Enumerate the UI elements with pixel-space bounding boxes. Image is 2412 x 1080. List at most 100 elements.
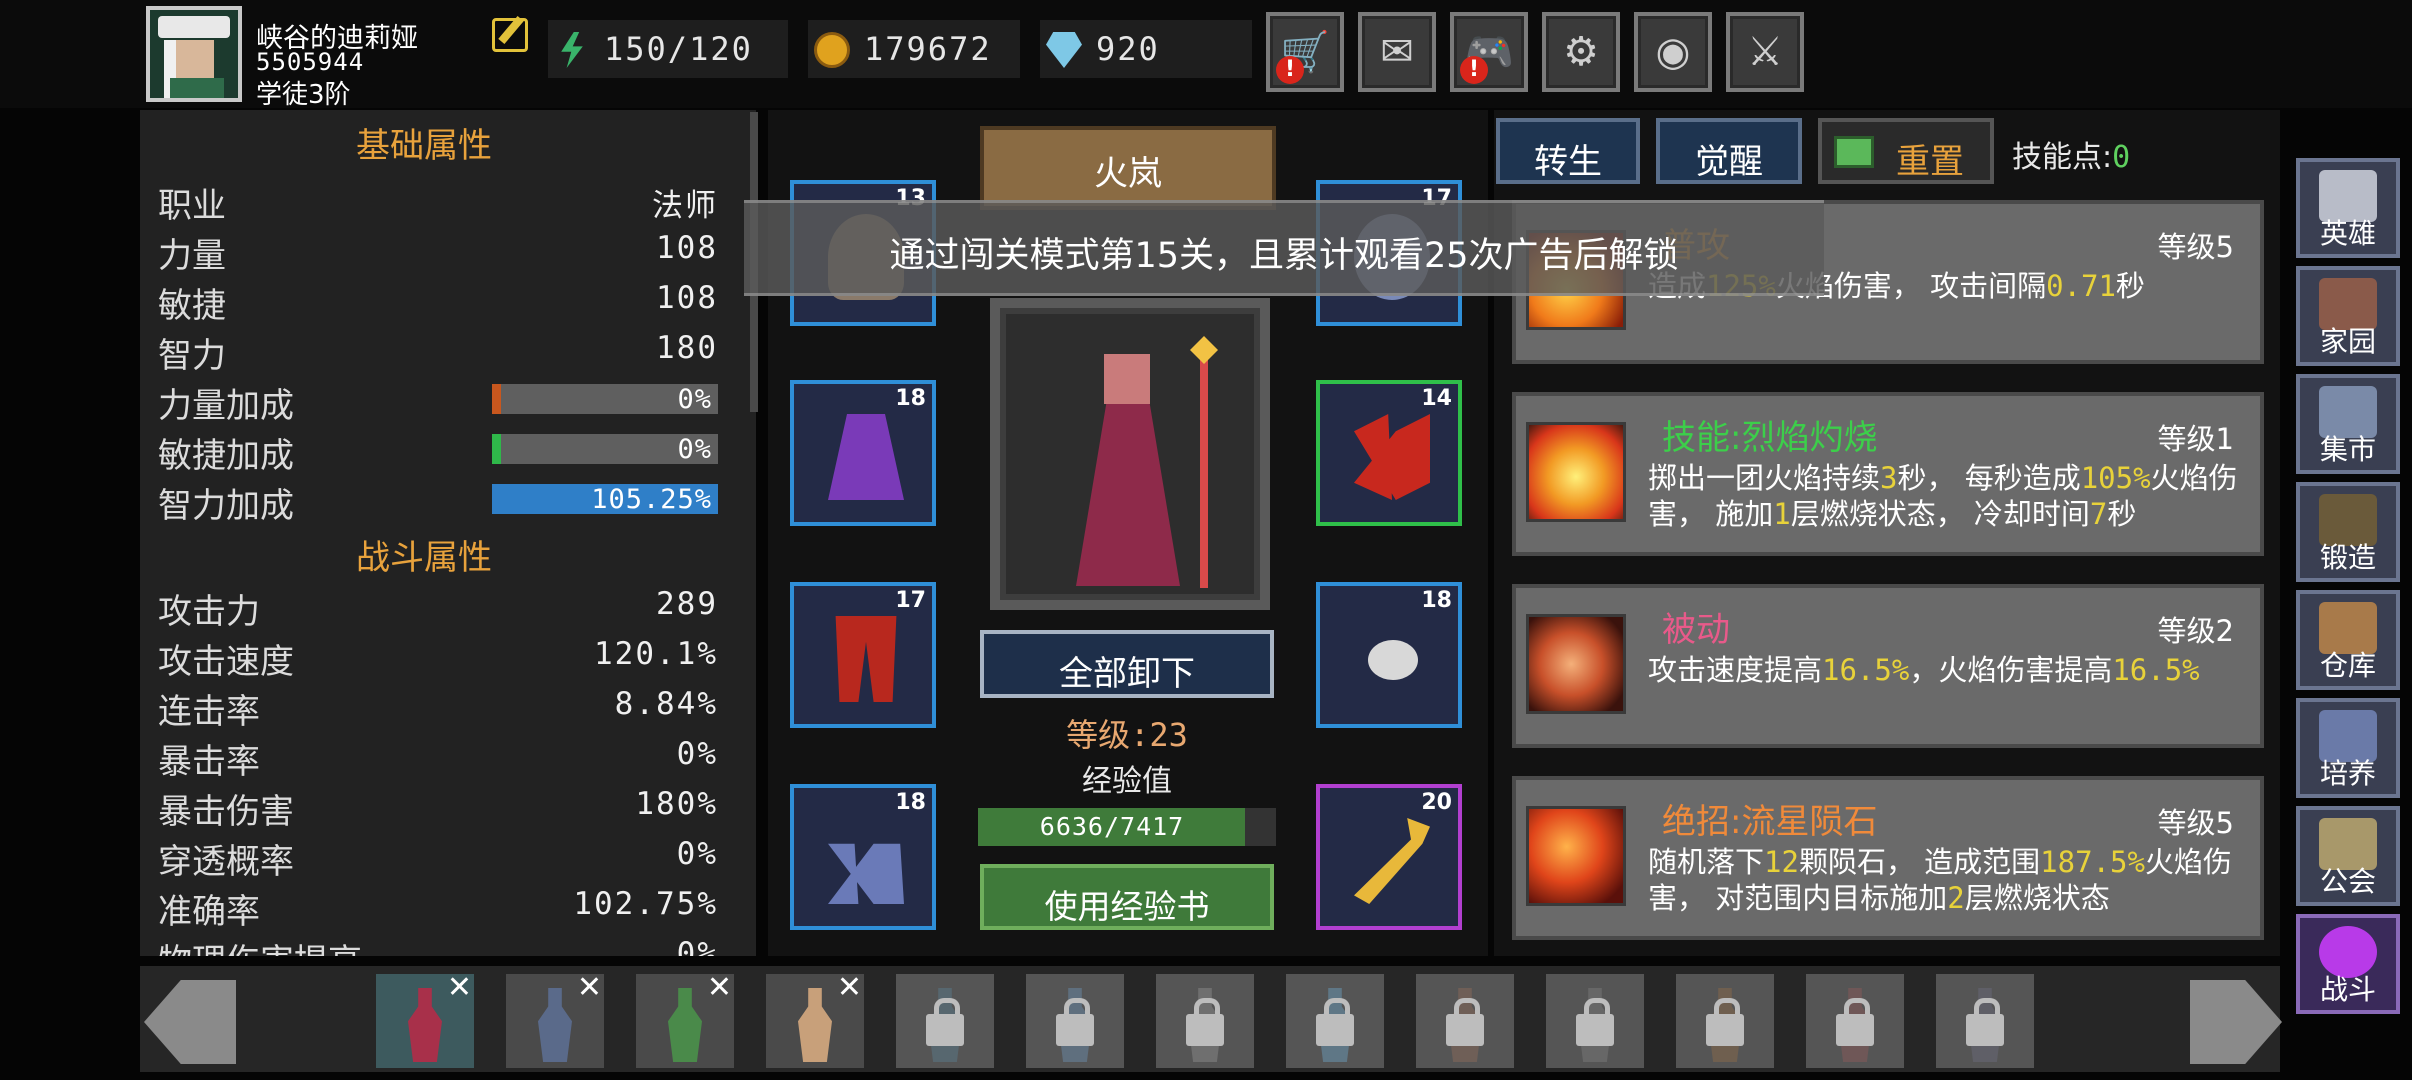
- hero-tab-locked-4[interactable]: [1286, 974, 1384, 1068]
- equipment-slot-leg-armor[interactable]: 17: [790, 582, 936, 728]
- skill-desc-part: 0.71: [2046, 269, 2116, 303]
- awaken-label: 觉醒: [1695, 142, 1763, 182]
- hero-tab-locked-2[interactable]: [1026, 974, 1124, 1068]
- xp-label: 经验值: [1082, 764, 1172, 799]
- use-xp-book-button[interactable]: 使用经验书: [980, 864, 1274, 930]
- basic-stat-row: 力量 108: [158, 224, 718, 276]
- stat-label: 智力: [158, 336, 226, 376]
- gear-button[interactable]: ⚙: [1542, 12, 1620, 92]
- stat-label: 穿透概率: [158, 842, 294, 882]
- sidebar-item-castle[interactable]: 家园: [2296, 266, 2400, 366]
- remove-hero-icon[interactable]: ✕: [837, 970, 862, 1005]
- stat-value: 180%: [635, 786, 718, 822]
- remove-hero-icon[interactable]: ✕: [577, 970, 602, 1005]
- ring-icon: [1368, 640, 1418, 680]
- gamepad-button[interactable]: 🎮!: [1450, 12, 1528, 92]
- reset-skills-button[interactable]: 重置: [1818, 118, 1994, 184]
- skill-name: 绝招:流星陨石: [1662, 802, 1878, 842]
- gem-icon: [1046, 32, 1082, 68]
- gem-display[interactable]: 920: [1040, 20, 1252, 78]
- stat-label: 攻击速度: [158, 642, 294, 682]
- hero-tab-locked-9[interactable]: [1936, 974, 2034, 1068]
- skill-card[interactable]: 绝招:流星陨石 等级5 随机落下12颗陨石， 造成范围187.5%火焰伤害， 对范围…: [1512, 776, 2264, 940]
- stat-label: 敏捷: [158, 286, 226, 326]
- skill-description: 掷出一团火焰持续3秒， 每秒造成105%火焰伤害， 施加1层燃烧状态， 冷却时间…: [1648, 460, 2248, 532]
- gauntlets-icon: [1354, 414, 1430, 500]
- skill-desc-part: 秒: [2107, 497, 2137, 531]
- stat-label: 连击率: [158, 692, 260, 732]
- sidebar-item-label: 战斗: [2319, 973, 2376, 1006]
- lock-icon: [1836, 998, 1874, 1046]
- skill-level: 等级2: [2157, 614, 2234, 648]
- color-wheel-button[interactable]: ◉: [1634, 12, 1712, 92]
- awaken-button[interactable]: 觉醒: [1656, 118, 1802, 184]
- crossed-swords-button[interactable]: ⚔: [1726, 12, 1804, 92]
- bonus-bar-fill: [492, 384, 502, 414]
- skill-card[interactable]: 技能:烈焰灼烧 等级1 掷出一团火焰持续3秒， 每秒造成105%火焰伤害， 施加1层…: [1512, 392, 2264, 556]
- hero-tab-warrior[interactable]: ✕: [766, 970, 864, 1068]
- stat-value: 102.75%: [573, 886, 718, 922]
- xp-progress-bar: 6636/7417: [978, 808, 1276, 846]
- mail-button[interactable]: ✉: [1358, 12, 1436, 92]
- sidebar-item-label: 家园: [2319, 325, 2376, 358]
- combat-stat-row: 暴击率 0%: [158, 730, 718, 782]
- bonus-bar: 0%: [492, 384, 718, 415]
- hero-tab-fire-mage[interactable]: ✕: [376, 970, 474, 1068]
- item-level: 18: [895, 790, 926, 815]
- hero-tab-locked-1[interactable]: [896, 974, 994, 1068]
- sidebar-item-portal[interactable]: 战斗: [2296, 914, 2400, 1014]
- stat-value: 289: [656, 586, 718, 622]
- skill-desc-part: 层燃烧状态: [1964, 881, 2110, 915]
- stat-value: 108: [656, 230, 718, 266]
- combat-stat-row: 攻击力 289: [158, 580, 718, 632]
- equipment-slot-robe[interactable]: 18: [790, 380, 936, 526]
- bonus-stat-row: 敏捷加成 0%: [158, 424, 718, 476]
- energy-display[interactable]: 150/120: [548, 20, 788, 78]
- hero-tab-locked-6[interactable]: [1546, 974, 1644, 1068]
- equipment-slot-boots[interactable]: 18: [790, 784, 936, 930]
- equipment-slot-gauntlets[interactable]: 14: [1316, 380, 1462, 526]
- hero-figure-icon: [408, 988, 442, 1062]
- avatar-cloak: [170, 78, 224, 98]
- hero-tab-swordsman[interactable]: ✕: [506, 970, 604, 1068]
- item-level: 17: [895, 588, 926, 613]
- hero-name: 火岚: [1094, 154, 1162, 194]
- attributes-panel[interactable]: 基础属性 职业 法师 力量 108 敏捷 108 智力 180 力量加成 0% 敏捷加成 0% 智力加…: [140, 110, 756, 956]
- stat-label: 职业: [158, 186, 226, 226]
- skill-desc-part: 颗陨石， 造成范围: [1798, 845, 2041, 879]
- gear-icon: ⚙: [1563, 29, 1599, 75]
- sidebar-item-helmet[interactable]: 英雄: [2296, 158, 2400, 258]
- bonus-stat-row: 智力加成 105.25%: [158, 474, 718, 526]
- lock-icon: [1186, 998, 1224, 1046]
- gold-coin-icon: [814, 32, 850, 68]
- skill-desc-part: 掷出一团火焰持续: [1648, 461, 1881, 495]
- item-level: 20: [1421, 790, 1452, 815]
- remove-hero-icon[interactable]: ✕: [707, 970, 732, 1005]
- sidebar-item-market-stall[interactable]: 集市: [2296, 374, 2400, 474]
- skill-card[interactable]: 被动 等级2 攻击速度提高16.5%，火焰伤害提高16.5%: [1512, 584, 2264, 748]
- skill-desc-part: 层燃烧状态， 冷却时间: [1790, 497, 2090, 531]
- cart-button[interactable]: 🛒!: [1266, 12, 1344, 92]
- hero-tab-locked-5[interactable]: [1416, 974, 1514, 1068]
- hero-tab-locked-8[interactable]: [1806, 974, 1904, 1068]
- player-avatar[interactable]: [146, 6, 242, 102]
- equipment-slot-ring[interactable]: 18: [1316, 582, 1462, 728]
- gold-value: 179672: [864, 30, 992, 68]
- hero-tab-locked-7[interactable]: [1676, 974, 1774, 1068]
- gold-display[interactable]: 179672: [808, 20, 1020, 78]
- remove-hero-icon[interactable]: ✕: [447, 970, 472, 1005]
- sidebar-item-trophy[interactable]: 培养: [2296, 698, 2400, 798]
- hero-tab-archer[interactable]: ✕: [636, 970, 734, 1068]
- stat-value: 法师: [652, 188, 718, 224]
- hero-tab-locked-3[interactable]: [1156, 974, 1254, 1068]
- bonus-bar-fill: [492, 434, 502, 464]
- rebirth-button[interactable]: 转生: [1496, 118, 1640, 184]
- unlock-toast-text: 通过闯关模式第15关，且累计观看25次广告后解锁: [889, 236, 1679, 276]
- sidebar-item-anvil[interactable]: 锻造: [2296, 482, 2400, 582]
- edit-name-icon[interactable]: [492, 18, 528, 52]
- unequip-all-button[interactable]: 全部卸下: [980, 630, 1274, 698]
- sidebar-item-guild-emblem[interactable]: 公会: [2296, 806, 2400, 906]
- item-level: 18: [895, 386, 926, 411]
- sidebar-item-treasure-chest[interactable]: 仓库: [2296, 590, 2400, 690]
- equipment-slot-golden-staff[interactable]: 20: [1316, 784, 1462, 930]
